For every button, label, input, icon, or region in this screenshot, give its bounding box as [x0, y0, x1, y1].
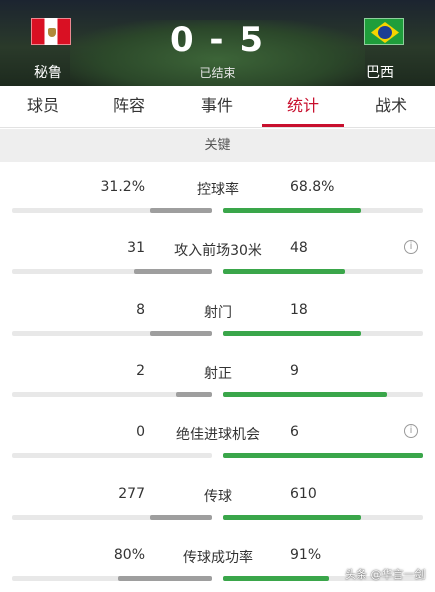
watermark: 头条 @华言一剑 — [345, 568, 426, 581]
tab-tactics[interactable]: 战术 — [356, 86, 426, 128]
tab-players[interactable]: 球员 — [8, 86, 78, 128]
stat-home-value: 0 — [136, 424, 145, 440]
match-status: 已结束 — [199, 66, 236, 80]
tab-bar: 球员 阵容 事件 统计 战术 — [0, 86, 435, 128]
stat-row: 277 传球 610 — [0, 477, 435, 531]
home-bar-track — [12, 208, 212, 213]
stat-away-value: 6 — [290, 424, 299, 440]
stat-label: 控球率 — [197, 182, 239, 198]
stat-row: 2 射正 9 — [0, 354, 435, 408]
away-bar-fill — [223, 269, 345, 274]
tab-stats[interactable]: 统计 — [268, 86, 338, 128]
stat-row: 0 绝佳进球机会 6 i — [0, 415, 435, 469]
stat-home-value: 277 — [118, 486, 145, 502]
stat-home-value: 8 — [136, 302, 145, 318]
home-bar-track — [12, 453, 212, 458]
home-bar-fill — [176, 392, 212, 397]
home-bar-fill — [150, 515, 212, 520]
stat-away-value: 9 — [290, 363, 299, 379]
match-header: 秘鲁 巴西 0 - 5 已结束 — [0, 0, 435, 86]
away-bar-fill — [223, 576, 329, 581]
away-bar-track — [223, 208, 423, 213]
home-bar-fill — [118, 576, 212, 581]
away-bar-track — [223, 269, 423, 274]
home-bar-track — [12, 331, 212, 336]
stat-label: 射正 — [204, 366, 232, 382]
home-bar-fill — [134, 269, 212, 274]
away-bar-fill — [223, 453, 423, 458]
home-bar-track — [12, 515, 212, 520]
stat-away-value: 91% — [290, 547, 322, 563]
stat-label: 射门 — [204, 305, 232, 321]
stat-away-value: 610 — [290, 486, 317, 502]
away-bar-fill — [223, 392, 387, 397]
info-icon[interactable]: i — [404, 424, 418, 438]
stat-home-value: 2 — [136, 363, 145, 379]
stat-label: 攻入前场30米 — [174, 243, 262, 259]
home-bar-track — [12, 576, 212, 581]
away-bar-track — [223, 331, 423, 336]
stat-label: 传球成功率 — [183, 550, 253, 566]
stat-home-value: 31.2% — [100, 179, 145, 195]
away-bar-fill — [223, 331, 361, 336]
away-bar-track — [223, 453, 423, 458]
stat-home-value: 31 — [127, 240, 145, 256]
stat-row: 80% 传球成功率 91% — [0, 538, 435, 592]
away-bar-track — [223, 515, 423, 520]
info-icon[interactable]: i — [404, 240, 418, 254]
tab-events[interactable]: 事件 — [182, 86, 252, 128]
tab-lineup[interactable]: 阵容 — [94, 86, 164, 128]
away-bar-fill — [223, 515, 361, 520]
stat-row: 8 射门 18 — [0, 293, 435, 347]
home-bar-fill — [150, 331, 212, 336]
stat-home-value: 80% — [113, 547, 145, 563]
stat-label: 绝佳进球机会 — [176, 427, 260, 443]
stat-row: 31 攻入前场30米 48 i — [0, 231, 435, 285]
home-bar-track — [12, 269, 212, 274]
stat-away-value: 68.8% — [290, 179, 335, 195]
stat-away-value: 18 — [290, 302, 308, 318]
home-bar-track — [12, 392, 212, 397]
stat-away-value: 48 — [290, 240, 308, 256]
away-bar-fill — [223, 208, 361, 213]
home-bar-fill — [149, 208, 212, 213]
away-bar-track — [223, 392, 423, 397]
stat-row: 31.2% 控球率 68.8% — [0, 170, 435, 224]
section-header-key: 关键 — [0, 129, 435, 162]
stat-label: 传球 — [204, 489, 232, 505]
active-tab-indicator — [262, 124, 344, 127]
match-score: 0 - 5 — [169, 20, 266, 60]
